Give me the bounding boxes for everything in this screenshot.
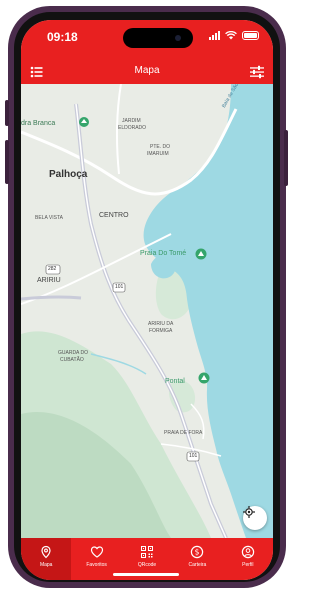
map-label: GUARDA DO [58, 350, 89, 356]
map-label: JARDIM [122, 118, 141, 124]
side-button [284, 130, 288, 186]
map-label: Praia Do Tomé [140, 250, 187, 257]
dynamic-island [123, 28, 193, 48]
status-time: 09:18 [47, 30, 78, 44]
side-button [5, 140, 9, 184]
map-label: 101 [189, 453, 198, 459]
app-header: Mapa [21, 60, 273, 84]
map-label: CUBATÃO [60, 357, 84, 363]
home-indicator[interactable] [113, 573, 179, 576]
heart-icon [90, 546, 103, 558]
tab-label: Favoritos [86, 562, 107, 568]
qrcode-icon [141, 546, 154, 558]
map-label: Palhoça [49, 169, 88, 180]
map-label: CENTRO [99, 212, 129, 219]
signal-icon [209, 31, 220, 40]
map-view[interactable]: dra Branca JARDIM ELDORADO PTE. DO IMARU… [21, 84, 273, 538]
svg-text:$: $ [195, 548, 200, 557]
sliders-icon[interactable] [249, 64, 265, 80]
bottom-tab-bar: Mapa Favoritos QRcode $ Carteira Perfil [21, 538, 273, 580]
map-label: ARIRIU [37, 277, 61, 284]
side-button [5, 100, 9, 126]
battery-icon [242, 31, 259, 40]
map-label: Pontal [165, 378, 185, 385]
map-label: ARIRIU DA [148, 321, 174, 327]
status-bar: 09:18 [21, 20, 273, 60]
tab-label: Perfil [242, 562, 254, 568]
dollar-coin-icon: $ [191, 545, 204, 559]
map-label: dra Branca [21, 120, 56, 127]
crosshair-icon [243, 506, 255, 518]
map-label: 282 [48, 266, 57, 272]
map-label: FORMIGA [149, 328, 173, 334]
tab-label: Mapa [39, 562, 53, 568]
tab-label: Carteira [188, 562, 207, 568]
user-icon [241, 545, 255, 559]
tab-perfil[interactable]: Perfil [223, 538, 273, 580]
map-label: PTE. DO [150, 144, 171, 150]
page-title: Mapa [134, 65, 160, 76]
tab-mapa[interactable]: Mapa [21, 538, 72, 580]
map-label: IMARUIM [147, 151, 169, 157]
map-pin-icon [41, 545, 51, 559]
map-label: PRAIA DE FORA [164, 430, 203, 436]
map-label: 101 [115, 284, 124, 290]
wifi-icon [225, 31, 237, 40]
map-label: BELA VISTA [35, 215, 63, 221]
map-label: ELDORADO [118, 125, 147, 131]
screen: 09:18 Mapa dra Branca JARDIM ELDORADO PT… [21, 20, 273, 580]
tab-carteira[interactable]: $ Carteira [172, 538, 222, 580]
locate-button[interactable] [243, 506, 267, 530]
tab-label: QRcode [137, 562, 157, 568]
status-icons [209, 31, 259, 40]
